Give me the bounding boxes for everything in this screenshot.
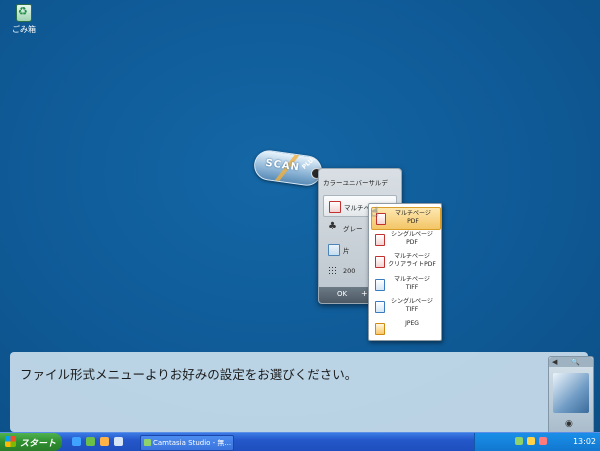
submenu-item-single-page-pdf[interactable]: シングルページ PDF (371, 229, 439, 250)
submenu-item-single-page-tiff[interactable]: シングルページ TIFF (371, 296, 439, 317)
color-universal-design-option[interactable]: カラーユニバーサルデ (323, 177, 388, 187)
submenu-item-jpeg[interactable]: JPEG (371, 318, 439, 339)
preview-titlebar: ◀ 🔍 (549, 357, 593, 367)
tiff-icon (375, 301, 385, 313)
file-format-submenu: マルチページ PDF シングルページ PDF マルチページ クリアライトPDF … (368, 203, 442, 341)
preview-thumbnail (553, 373, 589, 413)
clock: 13:02 (572, 437, 596, 446)
submenu-item-multi-page-pdf[interactable]: マルチページ PDF (371, 207, 441, 230)
submenu-item-label: JPEG (405, 320, 419, 327)
start-label: スタート (20, 439, 57, 449)
jpeg-icon (375, 323, 385, 335)
resolution-label: 200 (343, 267, 356, 275)
task-label: Camtasia Studio - 無... (153, 439, 232, 447)
pdf-icon (329, 201, 341, 213)
pdf-icon (375, 256, 385, 268)
system-tray: 13:02 (474, 433, 600, 451)
plus-button[interactable]: + (361, 289, 368, 298)
sides-label: 片 (343, 247, 350, 255)
dots-icon (328, 266, 338, 276)
recycle-bin-label: ごみ箱 (12, 25, 36, 34)
tray-volume-icon[interactable] (527, 437, 535, 445)
desktop-icon[interactable] (114, 437, 123, 446)
ie-icon[interactable] (72, 437, 81, 446)
recycle-bin[interactable]: ごみ箱 (8, 4, 40, 35)
submenu-item-label: シングルページ TIFF (391, 298, 433, 313)
submenu-item-multi-page-tiff[interactable]: マルチページ TIFF (371, 274, 439, 295)
camtasia-icon (144, 439, 151, 446)
taskbar: スタート Camtasia Studio - 無... 13:02 (0, 432, 600, 451)
hand-cursor-icon: ☝ (371, 205, 379, 219)
tray-security-icon[interactable] (539, 437, 547, 445)
color-mode-label: グレー (343, 225, 363, 233)
tiff-icon (375, 279, 385, 291)
ok-button[interactable]: OK (337, 290, 347, 298)
eye-icon[interactable]: ◉ (565, 419, 573, 429)
recycle-bin-icon (16, 4, 32, 22)
start-button[interactable]: スタート (0, 433, 62, 451)
folder-icon[interactable] (100, 437, 109, 446)
tray-network-icon[interactable] (515, 437, 523, 445)
submenu-item-label: マルチページ TIFF (394, 276, 430, 291)
preview-window[interactable]: ◀ 🔍 ◉ (548, 356, 594, 434)
windows-logo-icon (5, 436, 16, 447)
submenu-item-label: マルチページ PDF (395, 210, 431, 225)
task-camtasia[interactable]: Camtasia Studio - 無... (140, 435, 234, 451)
desktop: ごみ箱 SCAN PLUS カラーユニバーサルデ マルチページPDF ♣ グレー… (0, 0, 600, 434)
clubs-icon: ♣ (328, 221, 337, 232)
submenu-item-label: マルチページ クリアライトPDF (388, 253, 436, 268)
back-icon[interactable]: ◀ (552, 358, 557, 366)
pdf-icon (375, 234, 385, 246)
media-icon[interactable] (86, 437, 95, 446)
caption-text: ファイル形式メニューよりお好みの設定をお選びください。 (20, 367, 358, 382)
tutorial-caption: ファイル形式メニューよりお好みの設定をお選びください。 (10, 352, 588, 432)
submenu-item-label: シングルページ PDF (391, 231, 433, 246)
image-icon (328, 244, 340, 256)
zoom-icon[interactable]: 🔍 (571, 358, 580, 366)
submenu-item-multi-page-clear-light-pdf[interactable]: マルチページ クリアライトPDF (371, 251, 439, 272)
